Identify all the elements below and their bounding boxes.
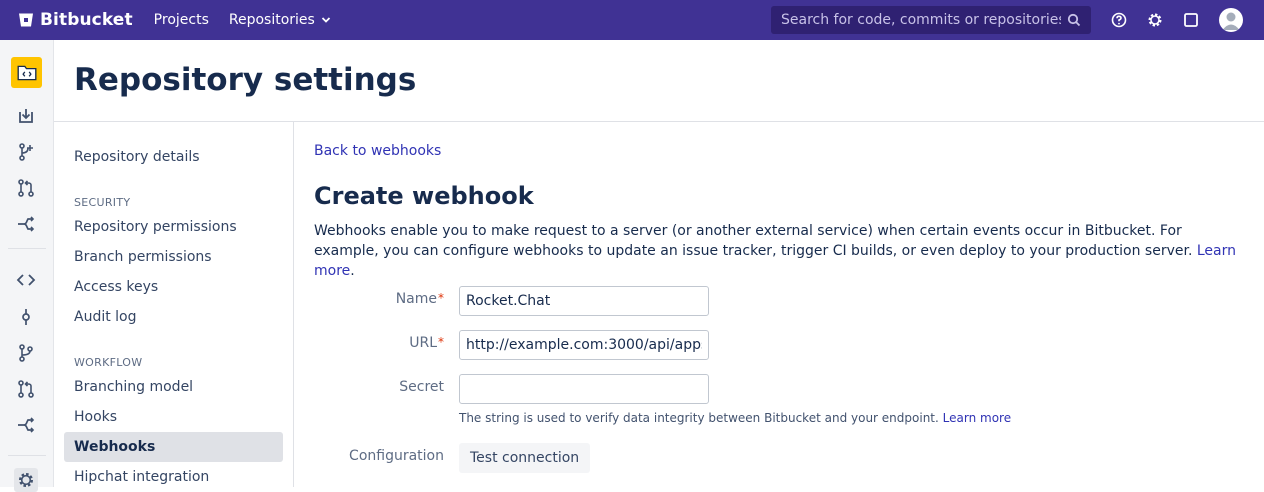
name-label-text: Name — [395, 291, 437, 307]
settings-item-branch-permissions[interactable]: Branch permissions — [64, 242, 283, 272]
download-icon — [19, 109, 33, 123]
rail-forks[interactable] — [14, 413, 38, 437]
settings-item-access-keys[interactable]: Access keys — [64, 272, 283, 302]
required-marker: * — [438, 335, 444, 349]
settings-heading-workflow: WORKFLOW — [74, 356, 143, 369]
settings-item-repository-permissions[interactable]: Repository permissions — [64, 212, 283, 242]
branch-add-icon — [19, 143, 33, 161]
brand-name: Bitbucket — [40, 10, 133, 30]
nav-repositories-label: Repositories — [228, 12, 315, 28]
nav-repositories[interactable]: Repositories — [229, 12, 331, 28]
url-field[interactable] — [459, 330, 709, 360]
rail-clone[interactable] — [14, 105, 38, 129]
webhook-description: Webhooks enable you to make request to a… — [314, 223, 1236, 279]
search-box — [771, 6, 1091, 34]
user-icon — [1222, 12, 1240, 30]
branch-icon — [19, 344, 33, 362]
search-input[interactable] — [781, 12, 1061, 28]
gear-icon — [19, 473, 33, 487]
sidebar-rail — [0, 40, 54, 492]
rail-settings[interactable] — [14, 468, 38, 492]
repository-avatar[interactable] — [11, 57, 42, 88]
rail-pull-request[interactable] — [14, 176, 38, 200]
code-folder-icon — [17, 65, 36, 80]
settings-item-audit-log[interactable]: Audit log — [64, 302, 283, 332]
secret-help-text: The string is used to verify data integr… — [459, 411, 1011, 425]
avatar[interactable] — [1219, 8, 1243, 32]
top-navigation: Bitbucket Projects Repositories — [0, 0, 1264, 40]
back-to-webhooks-link[interactable]: Back to webhooks — [314, 143, 441, 159]
search-icon[interactable] — [1067, 13, 1081, 27]
settings-item-branching-model[interactable]: Branching model — [64, 372, 283, 402]
name-field[interactable] — [459, 286, 709, 316]
rail-fork[interactable] — [14, 212, 38, 236]
rail-divider — [8, 455, 46, 456]
rail-pull-requests[interactable] — [14, 377, 38, 401]
description-text: Webhooks enable you to make request to a… — [314, 223, 1193, 259]
rail-commits[interactable] — [14, 305, 38, 329]
settings-item-repository-details[interactable]: Repository details — [64, 142, 283, 172]
fork-icon — [18, 216, 35, 232]
secret-field[interactable] — [459, 374, 709, 404]
pull-request-icon — [18, 380, 34, 398]
configuration-label: Configuration — [349, 448, 444, 464]
settings-item-hipchat-integration[interactable]: Hipchat integration — [64, 462, 283, 492]
settings-heading-security: SECURITY — [74, 196, 131, 209]
test-connection-button[interactable]: Test connection — [459, 443, 591, 473]
required-marker: * — [438, 291, 444, 305]
rail-source[interactable] — [14, 268, 38, 292]
secret-label: Secret — [399, 379, 444, 395]
page-title: Repository settings — [74, 62, 417, 98]
nav-projects[interactable]: Projects — [154, 12, 209, 28]
help-icon[interactable] — [1110, 11, 1128, 29]
rail-divider — [8, 248, 46, 249]
secret-help-message: The string is used to verify data integr… — [459, 411, 939, 425]
bitbucket-icon — [19, 13, 33, 27]
nav-projects-label: Projects — [153, 12, 209, 28]
window-icon[interactable] — [1182, 11, 1200, 29]
url-label-text: URL — [409, 335, 437, 351]
name-label: Name* — [396, 291, 444, 307]
rail-create-branch[interactable] — [14, 140, 38, 164]
settings-item-webhooks[interactable]: Webhooks — [64, 432, 283, 462]
rail-branches[interactable] — [14, 341, 38, 365]
fork-icon — [18, 417, 35, 433]
settings-item-hooks[interactable]: Hooks — [64, 402, 283, 432]
gear-icon[interactable] — [1146, 11, 1164, 29]
url-label: URL* — [409, 335, 444, 351]
bitbucket-logo[interactable]: Bitbucket — [18, 10, 133, 30]
settings-nav: Repository details SECURITY Repository p… — [54, 122, 294, 487]
chevron-down-icon — [321, 17, 330, 23]
section-title: Create webhook — [314, 182, 534, 210]
pull-request-icon — [18, 179, 34, 197]
secret-learn-more-link[interactable]: Learn more — [943, 411, 1011, 425]
code-icon — [16, 274, 36, 286]
commit-icon — [22, 309, 30, 325]
